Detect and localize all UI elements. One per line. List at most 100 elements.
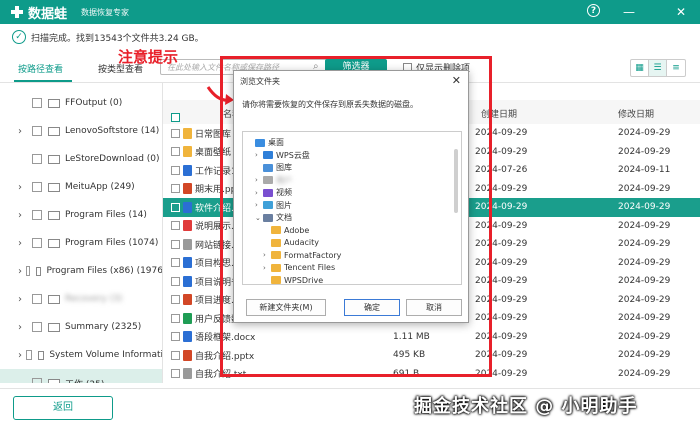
- row-checkbox[interactable]: [171, 128, 180, 138]
- expand-arrow-icon[interactable]: ›: [18, 266, 22, 277]
- table-row[interactable]: 自我介绍.txt 691 B 2024-09-29 2024-09-29: [163, 365, 700, 384]
- folder-checkbox[interactable]: [32, 126, 42, 136]
- dialog-tree-item[interactable]: › WPS云盘: [255, 149, 310, 162]
- file-modified-date: 2024-09-29: [618, 220, 671, 231]
- row-checkbox[interactable]: [171, 332, 180, 342]
- dialog-scrollbar[interactable]: [454, 149, 458, 213]
- annotation-arrow-icon: [206, 86, 234, 105]
- expand-arrow-icon[interactable]: ›: [18, 350, 22, 361]
- back-button[interactable]: 返回: [13, 396, 113, 420]
- sidebar-folder-item[interactable]: › Summary (2325): [0, 313, 162, 341]
- cancel-button[interactable]: 取消: [406, 299, 462, 316]
- row-checkbox[interactable]: [171, 313, 180, 323]
- sidebar-folder-item[interactable]: › Program Files (x86) (1976: [0, 257, 162, 285]
- expand-arrow-icon[interactable]: ›: [18, 294, 28, 305]
- tab-by-path[interactable]: 按路径查看: [18, 62, 63, 75]
- ppt-file-icon: [183, 183, 192, 195]
- tree-expand-icon[interactable]: ›: [255, 189, 263, 197]
- dialog-tree-item[interactable]: Adobe: [263, 224, 309, 237]
- sidebar-folder-item[interactable]: FFOutput (0): [0, 89, 162, 117]
- dialog-tree-item[interactable]: › 图片: [255, 199, 292, 212]
- dialog-tree-item[interactable]: › 视频: [255, 186, 292, 199]
- sidebar-folder-item[interactable]: › Program Files (14): [0, 201, 162, 229]
- file-created-date: 2024-09-29: [475, 146, 528, 157]
- row-checkbox[interactable]: [171, 295, 180, 305]
- detail-view-icon[interactable]: ≡: [667, 60, 685, 76]
- file-name: 语段框架.docx: [195, 333, 256, 344]
- row-checkbox[interactable]: [171, 147, 180, 157]
- column-modified[interactable]: 修改日期: [618, 107, 654, 120]
- dialog-tree-item[interactable]: › FormatFactory: [263, 249, 341, 262]
- sidebar-folder-item[interactable]: LeStoreDownload (0): [0, 145, 162, 173]
- file-modified-date: 2024-09-29: [618, 313, 671, 324]
- sidebar-folder-item[interactable]: › MeituApp (249): [0, 173, 162, 201]
- row-checkbox[interactable]: [171, 184, 180, 194]
- folder-checkbox[interactable]: [26, 266, 31, 276]
- new-folder-button[interactable]: 新建文件夹(M): [246, 299, 326, 316]
- row-checkbox[interactable]: [171, 221, 180, 231]
- expand-arrow-icon[interactable]: ›: [18, 182, 28, 193]
- folder-checkbox[interactable]: [32, 98, 42, 108]
- folder-checkbox[interactable]: [32, 210, 42, 220]
- grid-view-icon[interactable]: ▦: [631, 60, 649, 76]
- check-icon: ✓: [12, 30, 26, 44]
- close-button[interactable]: ✕: [673, 4, 689, 20]
- dialog-tree-item[interactable]: › 用户: [255, 174, 292, 187]
- dialog-tree-item[interactable]: WPSDrive: [263, 274, 323, 284]
- tree-expand-icon[interactable]: ›: [255, 151, 263, 159]
- minimize-button[interactable]: —: [621, 4, 637, 20]
- sidebar-folder-item[interactable]: › Recovery (3): [0, 285, 162, 313]
- folder-checkbox[interactable]: [26, 350, 32, 360]
- expand-arrow-icon[interactable]: ›: [18, 126, 28, 137]
- tree-expand-icon[interactable]: ›: [255, 176, 263, 184]
- dialog-tree-item[interactable]: Audacity: [263, 236, 319, 249]
- list-view-icon[interactable]: ☰: [649, 60, 667, 76]
- ok-button[interactable]: 确定: [344, 299, 400, 316]
- user-icon: [263, 176, 273, 184]
- expand-arrow-icon[interactable]: ⌄: [18, 378, 28, 384]
- column-created[interactable]: 创建日期: [481, 107, 517, 120]
- file-created-date: 2024-09-29: [475, 350, 528, 361]
- row-checkbox[interactable]: [171, 258, 180, 268]
- folder-checkbox[interactable]: [32, 322, 42, 332]
- sidebar-folder-item[interactable]: › LenovoSoftstore (14): [0, 117, 162, 145]
- expand-arrow-icon[interactable]: ›: [18, 210, 28, 221]
- row-checkbox[interactable]: [171, 239, 180, 249]
- tree-expand-icon[interactable]: ›: [263, 251, 271, 259]
- expand-arrow-icon[interactable]: ›: [18, 322, 28, 333]
- app-logo-icon: [10, 5, 24, 19]
- folder-checkbox[interactable]: [32, 182, 42, 192]
- dialog-tree-item[interactable]: ⌄ 文档: [255, 211, 292, 224]
- tree-expand-icon[interactable]: ›: [255, 201, 263, 209]
- table-row[interactable]: 自我介绍.pptx 495 KB 2024-09-29 2024-09-29: [163, 346, 700, 365]
- tree-expand-icon[interactable]: ⌄: [255, 214, 263, 222]
- dialog-close-icon[interactable]: ✕: [452, 74, 461, 87]
- folder-checkbox[interactable]: [32, 238, 42, 248]
- dialog-tree-item[interactable]: › Tencent Files: [263, 261, 335, 274]
- folder-checkbox[interactable]: [32, 294, 42, 304]
- file-name: 桌面壁纸: [195, 148, 232, 159]
- row-checkbox[interactable]: [171, 350, 180, 360]
- row-checkbox[interactable]: [171, 369, 180, 379]
- pdf-file-icon: [183, 220, 192, 232]
- tree-expand-icon[interactable]: ›: [263, 264, 271, 272]
- expand-arrow-icon[interactable]: ›: [18, 238, 28, 249]
- row-checkbox[interactable]: [171, 276, 180, 286]
- dialog-tree-item[interactable]: 桌面: [247, 136, 284, 149]
- dialog-tree-label: 桌面: [268, 138, 284, 147]
- table-row[interactable]: 语段框架.docx 1.11 MB 2024-09-29 2024-09-29: [163, 328, 700, 347]
- sidebar-folder-item[interactable]: › Program Files (1074): [0, 229, 162, 257]
- folder-checkbox[interactable]: [32, 154, 42, 164]
- sidebar-folder-item[interactable]: ⌄ 工作 (25): [0, 369, 162, 384]
- folder-icon: [48, 294, 60, 304]
- sidebar-folder-item[interactable]: › System Volume Informati: [0, 341, 162, 369]
- folder-checkbox[interactable]: [32, 378, 42, 383]
- sidebar-folder-label: Summary (2325): [65, 322, 142, 332]
- dialog-tree-label: 文档: [276, 213, 292, 222]
- row-checkbox[interactable]: [171, 165, 180, 175]
- help-icon[interactable]: ?: [587, 4, 600, 17]
- picture-icon: [263, 201, 273, 209]
- file-created-date: 2024-09-29: [475, 220, 528, 231]
- row-checkbox[interactable]: [171, 202, 180, 212]
- dialog-tree-item[interactable]: 图库: [255, 161, 292, 174]
